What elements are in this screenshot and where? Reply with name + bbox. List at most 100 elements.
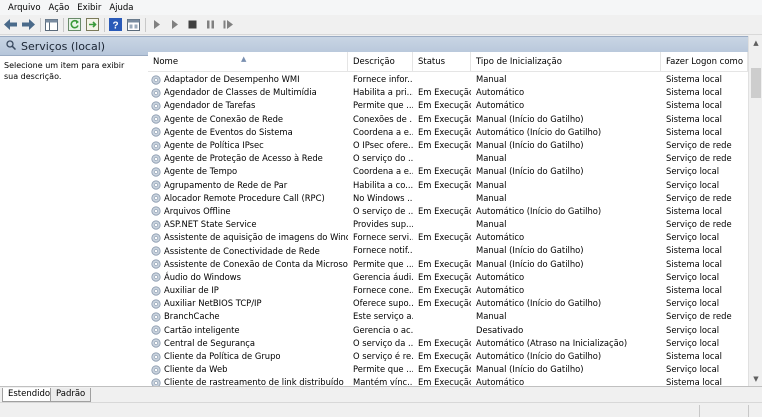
restart-icon[interactable] <box>221 17 236 32</box>
table-row[interactable]: Agente de Tempo Coordena a e... Em Execuçã… <box>148 165 748 178</box>
service-startup-type: Automático <box>476 271 525 282</box>
tab-padrao[interactable]: Padrão <box>50 388 92 402</box>
toolbar-separator <box>145 17 146 32</box>
sort-up-icon: ▲ <box>241 55 247 63</box>
service-status: Em Execução <box>418 87 471 98</box>
table-row[interactable]: Central de Segurança O serviço da ... Em E… <box>148 337 748 350</box>
table-row[interactable]: Agente de Política IPsec O IPsec ofere...… <box>148 139 748 152</box>
service-status: Em Execução <box>418 205 471 216</box>
service-description: O serviço da ... <box>353 337 413 348</box>
table-row[interactable]: Cliente da Web Permite que ... Em Execução… <box>148 363 748 376</box>
table-row[interactable]: Auxiliar NetBIOS TCP/IP Oferece supo... Em… <box>148 297 748 310</box>
service-description: Provides sup... <box>353 219 413 230</box>
service-gear-icon <box>151 338 164 348</box>
toolbar-separator <box>63 17 64 32</box>
table-row[interactable]: Cliente de rastreamento de link distribu… <box>148 376 748 386</box>
menu-arquivo[interactable]: Arquivo <box>4 1 45 15</box>
back-icon[interactable] <box>3 17 18 32</box>
column-descricao[interactable]: Descrição <box>348 52 413 72</box>
scroll-up-icon[interactable]: ▲ <box>749 36 762 50</box>
services-panel: Serviços (local) Selecione um item para … <box>0 36 762 386</box>
table-row[interactable]: Áudio do Windows Gerencia áudi... Em Execu… <box>148 271 748 284</box>
service-startup-type: Manual <box>476 311 507 322</box>
service-description: Gerencia áudi... <box>353 271 413 282</box>
service-gear-icon <box>151 101 164 111</box>
column-fazer-logon[interactable]: Fazer Logon como <box>661 52 748 72</box>
service-description: Permite que ... <box>353 258 413 269</box>
table-row[interactable]: Arquivos Offline O serviço de ... Em Execu… <box>148 205 748 218</box>
table-row[interactable]: Auxiliar de IP Fornece cone... Em Execução… <box>148 284 748 297</box>
service-name: Alocador Remote Procedure Call (RPC) <box>148 192 348 205</box>
menu-exibir[interactable]: Exibir <box>73 1 105 15</box>
column-status[interactable]: Status <box>413 52 471 72</box>
show-hide-tree-icon[interactable] <box>44 17 59 32</box>
service-startup-type: Automático (Início do Gatilho) <box>476 205 602 216</box>
table-row[interactable]: Agendador de Classes de Multimídia Habili… <box>148 86 748 99</box>
service-description: Coordena a e... <box>353 126 413 137</box>
search-icon <box>6 39 17 53</box>
service-name: Agente de Política IPsec <box>148 139 348 152</box>
properties-icon[interactable] <box>126 17 141 32</box>
table-row[interactable]: Assistente de Conectividade de Rede Forne… <box>148 244 748 257</box>
service-logon-as: Sistema local <box>666 100 722 111</box>
panel-title: Serviços (local) <box>21 39 106 53</box>
forward-icon[interactable] <box>21 17 36 32</box>
export-list-icon[interactable] <box>85 17 100 32</box>
service-name-label: Agente de Tempo <box>164 166 238 177</box>
service-gear-icon <box>151 193 164 203</box>
menu-bar: Arquivo Ação Exibir Ajuda <box>0 0 762 15</box>
column-tipo-inicializacao[interactable]: Tipo de Inicialização <box>471 52 661 72</box>
table-row[interactable]: Agrupamento de Rede de Par Habilita a co.… <box>148 179 748 192</box>
table-row[interactable]: Assistente de aquisição de imagens do Wi… <box>148 231 748 244</box>
help-icon[interactable]: ? <box>108 17 123 32</box>
service-name-label: Agente de Política IPsec <box>164 140 264 151</box>
scroll-down-icon[interactable]: ▼ <box>749 372 762 386</box>
table-row[interactable]: BranchCache Este serviço a... Manual Serviç… <box>148 310 748 323</box>
column-header: Nome ▲ Descrição Status Tipo de Inicializ… <box>148 52 748 72</box>
pause-icon[interactable] <box>203 17 218 32</box>
service-logon-as: Sistema local <box>666 285 722 295</box>
table-row[interactable]: Agente de Proteção de Acesso à Rede O ser… <box>148 152 748 165</box>
service-logon-as: Serviço local <box>666 166 720 177</box>
service-startup-type: Desativado <box>476 324 524 335</box>
vertical-scrollbar[interactable]: ▲ ▼ <box>748 36 762 386</box>
service-gear-icon <box>151 285 164 296</box>
service-name: Agrupamento de Rede de Par <box>148 179 348 192</box>
status-divider <box>748 405 749 417</box>
start-alt-icon[interactable] <box>167 17 182 32</box>
stop-icon[interactable] <box>185 17 200 32</box>
service-description: Fornece cone... <box>353 285 413 295</box>
table-row[interactable]: Adaptador de Desempenho WMI Fornece infor… <box>148 73 748 86</box>
table-row[interactable]: Alocador Remote Procedure Call (RPC) No W… <box>148 192 748 205</box>
table-row[interactable]: Agente de Conexão de Rede Conexões de ...… <box>148 113 748 126</box>
service-rows: Adaptador de Desempenho WMI Fornece infor… <box>148 73 748 386</box>
table-row[interactable]: Cliente da Política de Grupo O serviço é … <box>148 350 748 363</box>
service-name: Arquivos Offline <box>148 205 348 218</box>
service-description: Este serviço a... <box>353 311 413 322</box>
service-status: Em Execução <box>418 258 471 269</box>
menu-acao[interactable]: Ação <box>45 1 74 15</box>
service-description: Fornece servi... <box>353 232 413 243</box>
service-name-label: Central de Segurança <box>164 337 256 348</box>
column-nome[interactable]: Nome ▲ <box>148 52 348 72</box>
service-logon-as: Serviço local <box>666 324 720 335</box>
menu-ajuda[interactable]: Ajuda <box>105 1 137 15</box>
service-description: Mantém vínc... <box>353 377 413 386</box>
start-icon[interactable] <box>149 17 164 32</box>
service-name-label: Auxiliar NetBIOS TCP/IP <box>164 298 262 309</box>
service-startup-type: Manual (Início do Gatilho) <box>476 166 584 177</box>
table-row[interactable]: Cartão inteligente Gerencia o ac... Desati… <box>148 324 748 337</box>
service-gear-icon <box>151 220 164 230</box>
scroll-thumb[interactable] <box>751 68 761 98</box>
description-text: Selecione um item para exibir sua descri… <box>4 61 125 81</box>
service-logon-as: Sistema local <box>666 377 722 386</box>
tab-estendido[interactable]: Estendido <box>2 388 57 402</box>
table-row[interactable]: Assistente de Conexão de Conta da Micros… <box>148 258 748 271</box>
table-row[interactable]: Agendador de Tarefas Permite que ... Em Ex… <box>148 99 748 112</box>
table-row[interactable]: Agente de Eventos do Sistema Coordena a e… <box>148 126 748 139</box>
description-pane: Selecione um item para exibir sua descri… <box>0 57 143 386</box>
service-name-label: Agente de Proteção de Acesso à Rede <box>164 153 323 164</box>
service-status: Em Execução <box>418 166 471 177</box>
refresh-icon[interactable] <box>67 17 82 32</box>
table-row[interactable]: ASP.NET State Service Provides sup... Manu… <box>148 218 748 231</box>
